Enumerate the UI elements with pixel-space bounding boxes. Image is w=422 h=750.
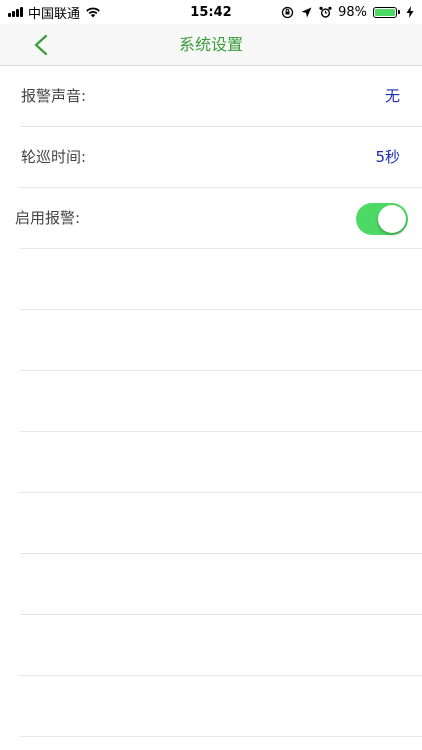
empty-list-row: [0, 249, 422, 310]
status-bar-left: 中国联通: [8, 3, 103, 22]
empty-list-row: [0, 493, 422, 554]
patrol-time-label: 轮巡时间:: [21, 148, 87, 166]
orientation-lock-icon: [281, 6, 294, 19]
setting-row-enable-alarm: 启用报警:: [0, 188, 422, 249]
location-icon: [300, 6, 313, 19]
empty-list-row: [0, 676, 422, 737]
carrier-name: 中国联通: [28, 6, 81, 22]
setting-row-alarm-sound[interactable]: 报警声音: 无: [0, 66, 422, 127]
wifi-icon: [85, 5, 103, 19]
battery-icon: [373, 6, 400, 18]
enable-alarm-toggle[interactable]: [356, 203, 408, 235]
navigation-bar: 系统设置: [0, 24, 422, 66]
back-button[interactable]: [26, 30, 56, 60]
signal-icon: [8, 7, 23, 17]
enable-alarm-label: 启用报警:: [15, 209, 81, 227]
settings-list: 报警声音: 无 轮巡时间: 5秒 启用报警:: [0, 66, 422, 737]
status-bar: 中国联通 15:42 98%: [0, 0, 422, 24]
empty-list-row: [0, 432, 422, 493]
page-title: 系统设置: [178, 35, 243, 54]
empty-list-row: [0, 310, 422, 371]
alarm-sound-value[interactable]: 无: [385, 66, 400, 127]
empty-list-row: [0, 371, 422, 432]
charging-bolt-icon: [406, 6, 414, 18]
battery-percent: 98%: [338, 4, 367, 20]
patrol-time-value[interactable]: 5秒: [375, 127, 400, 188]
empty-list-row: [0, 615, 422, 676]
alarm-icon: [319, 6, 332, 19]
alarm-sound-label: 报警声音:: [21, 87, 87, 105]
empty-list-row: [0, 554, 422, 615]
setting-row-patrol-time[interactable]: 轮巡时间: 5秒: [0, 127, 422, 188]
toggle-knob: [378, 205, 406, 233]
chevron-left-icon: [34, 34, 48, 56]
status-bar-right: 98%: [281, 5, 414, 20]
